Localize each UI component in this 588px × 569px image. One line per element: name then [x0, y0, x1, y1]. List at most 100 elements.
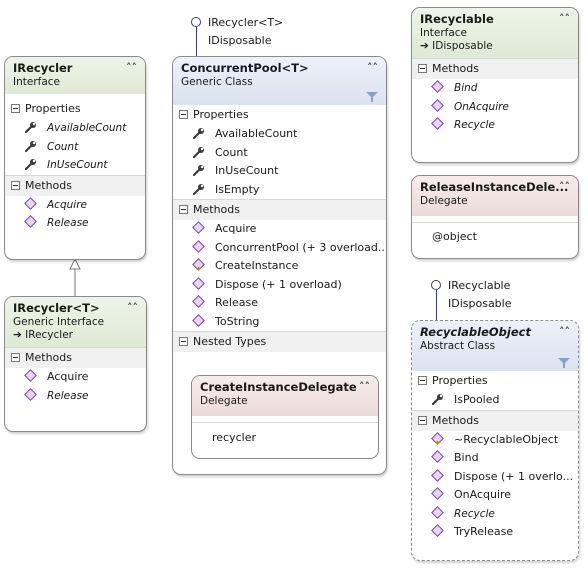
recyclable-object-methods-header[interactable]: Methods	[412, 409, 578, 431]
filter-icon[interactable]	[558, 358, 570, 368]
collapse-section-icon[interactable]	[11, 104, 20, 113]
method-item[interactable]: Recycle	[412, 116, 578, 135]
filter-icon[interactable]	[366, 92, 378, 102]
method-label: Bind	[454, 451, 479, 464]
property-item[interactable]: Count	[173, 144, 386, 163]
method-item[interactable]: Acquire	[173, 220, 386, 239]
method-label: ConcurrentPool (+ 3 overload...	[215, 240, 387, 254]
collapse-icon[interactable]: ˄˄	[359, 380, 370, 393]
method-item[interactable]: ~RecyclableObject	[412, 431, 578, 450]
collapse-icon[interactable]: ˄˄	[559, 12, 570, 25]
method-item[interactable]: Release	[173, 294, 386, 313]
method-icon	[192, 313, 205, 327]
method-icon	[24, 196, 37, 210]
recyclable-object-shape[interactable]: RecyclableObject Abstract Class ˄˄ Prope…	[411, 320, 579, 561]
method-item[interactable]: Dispose (+ 1 overlo...	[412, 468, 578, 487]
collapse-icon[interactable]: ˄˄	[559, 325, 570, 338]
recyclable-object-properties-header[interactable]: Properties	[412, 371, 578, 391]
irecyclable-shape[interactable]: IRecyclable Interface ➔ IDisposable ˄˄ M…	[411, 7, 579, 163]
property-item[interactable]: IsPooled	[412, 391, 578, 410]
collapse-icon[interactable]: ˄˄	[559, 180, 570, 193]
method-item[interactable]: Release	[5, 387, 146, 406]
method-item[interactable]: Acquire	[5, 196, 145, 215]
property-wrench-icon	[193, 146, 205, 158]
method-item[interactable]: OnAcquire	[412, 98, 578, 117]
property-label: AvailableCount	[215, 127, 298, 140]
method-item[interactable]: CreateInstance	[173, 257, 386, 276]
create-instance-delegate-header: CreateInstanceDelegate Delegate ˄˄	[192, 376, 378, 416]
method-item[interactable]: Dispose (+ 1 overload)	[173, 276, 386, 295]
recyclable-object-lollipop: IRecyclable IDisposable	[430, 276, 550, 322]
method-item[interactable]: Bind	[412, 79, 578, 98]
method-item[interactable]: ToString	[173, 313, 386, 332]
method-label: Bind	[454, 82, 478, 94]
property-item[interactable]: InUseCount	[173, 162, 386, 181]
method-item[interactable]: Bind	[412, 449, 578, 468]
property-label: AvailableCount	[47, 122, 127, 134]
irecycler-properties-header[interactable]: Properties	[5, 99, 145, 119]
lollipop-label: IRecyclable	[448, 279, 511, 292]
property-item[interactable]: AvailableCount	[5, 119, 145, 138]
method-label: Release	[47, 217, 89, 229]
method-icon	[431, 98, 444, 112]
irecyclable-title: IRecyclable	[420, 12, 494, 26]
create-instance-delegate-shape[interactable]: CreateInstanceDelegate Delegate ˄˄ recyc…	[191, 375, 379, 459]
method-item[interactable]: Release	[5, 214, 145, 233]
irecycler-t-shape[interactable]: IRecycler<T> Generic Interface ➔ IRecycl…	[4, 296, 147, 432]
property-label: InUseCount	[47, 159, 108, 171]
concurrent-pool-shape[interactable]: ConcurrentPool<T> Generic Class ˄˄ Prope…	[172, 56, 387, 475]
method-item[interactable]: Recycle	[412, 505, 578, 524]
irecycler-header: IRecycler Interface ˄˄	[5, 57, 145, 94]
concurrent-pool-properties-header[interactable]: Properties	[173, 105, 386, 125]
property-label: IsEmpty	[215, 182, 260, 196]
concurrent-pool-nested-header[interactable]: Nested Types	[173, 331, 386, 352]
property-wrench-icon	[193, 127, 205, 139]
collapse-section-icon[interactable]	[179, 205, 188, 214]
irecycler-title: IRecycler	[13, 61, 73, 75]
method-label: ~RecyclableObject	[454, 432, 559, 446]
irecycler-t-methods-header[interactable]: Methods	[5, 347, 146, 368]
method-item[interactable]: Acquire	[5, 368, 146, 387]
method-label: Acquire	[47, 370, 89, 383]
concurrent-pool-header: ConcurrentPool<T> Generic Class ˄˄	[173, 57, 386, 105]
method-item[interactable]: TryRelease	[412, 523, 578, 542]
inherit-arrow-icon: ➔	[13, 329, 22, 341]
method-label: Dispose (+ 1 overlo...	[454, 469, 574, 483]
collapse-icon[interactable]: ˄˄	[127, 301, 138, 314]
irecycler-methods-header[interactable]: Methods	[5, 174, 145, 196]
irecycler-shape[interactable]: IRecycler Interface ˄˄ Properties Availa…	[4, 56, 146, 260]
lollipop-label: IDisposable	[208, 34, 272, 47]
collapse-section-icon[interactable]	[179, 337, 188, 346]
method-label: Acquire	[47, 198, 87, 211]
irecyclable-methods-header[interactable]: Methods	[412, 58, 578, 79]
release-instance-delegate-kind: Delegate	[420, 195, 468, 207]
collapse-section-icon[interactable]	[418, 376, 427, 385]
method-label: OnAcquire	[454, 488, 512, 501]
property-item[interactable]: AvailableCount	[173, 125, 386, 144]
collapse-icon[interactable]: ˄˄	[367, 61, 378, 74]
method-label: TryRelease	[454, 525, 514, 538]
collapse-section-icon[interactable]	[11, 353, 20, 362]
collapse-section-icon[interactable]	[179, 110, 188, 119]
recyclable-object-header: RecyclableObject Abstract Class ˄˄	[412, 321, 578, 371]
concurrent-pool-methods-header[interactable]: Methods	[173, 199, 386, 220]
collapse-icon[interactable]: ˄˄	[126, 61, 137, 74]
collapse-section-icon[interactable]	[11, 180, 20, 190]
method-item[interactable]: OnAcquire	[412, 486, 578, 505]
method-icon	[192, 295, 205, 308]
recyclable-object-kind: Abstract Class	[420, 340, 496, 352]
irecycler-t-base: ➔ IRecycler	[13, 329, 73, 341]
property-item[interactable]: InUseCount	[5, 156, 145, 175]
property-wrench-icon	[25, 121, 37, 133]
release-instance-delegate-title: ReleaseInstanceDele...	[420, 180, 569, 194]
collapse-section-icon[interactable]	[418, 415, 427, 425]
method-label: Release	[215, 296, 258, 309]
property-label: InUseCount	[215, 164, 279, 177]
method-item[interactable]: ConcurrentPool (+ 3 overload...	[173, 239, 386, 258]
collapse-section-icon[interactable]	[418, 64, 427, 73]
property-item[interactable]: IsEmpty	[173, 181, 386, 200]
lollipop-label: IDisposable	[448, 297, 512, 310]
property-item[interactable]: Count	[5, 138, 145, 157]
method-label: Release	[47, 389, 89, 402]
release-instance-delegate-shape[interactable]: ReleaseInstanceDele... Delegate ˄˄ @obje…	[411, 175, 579, 259]
